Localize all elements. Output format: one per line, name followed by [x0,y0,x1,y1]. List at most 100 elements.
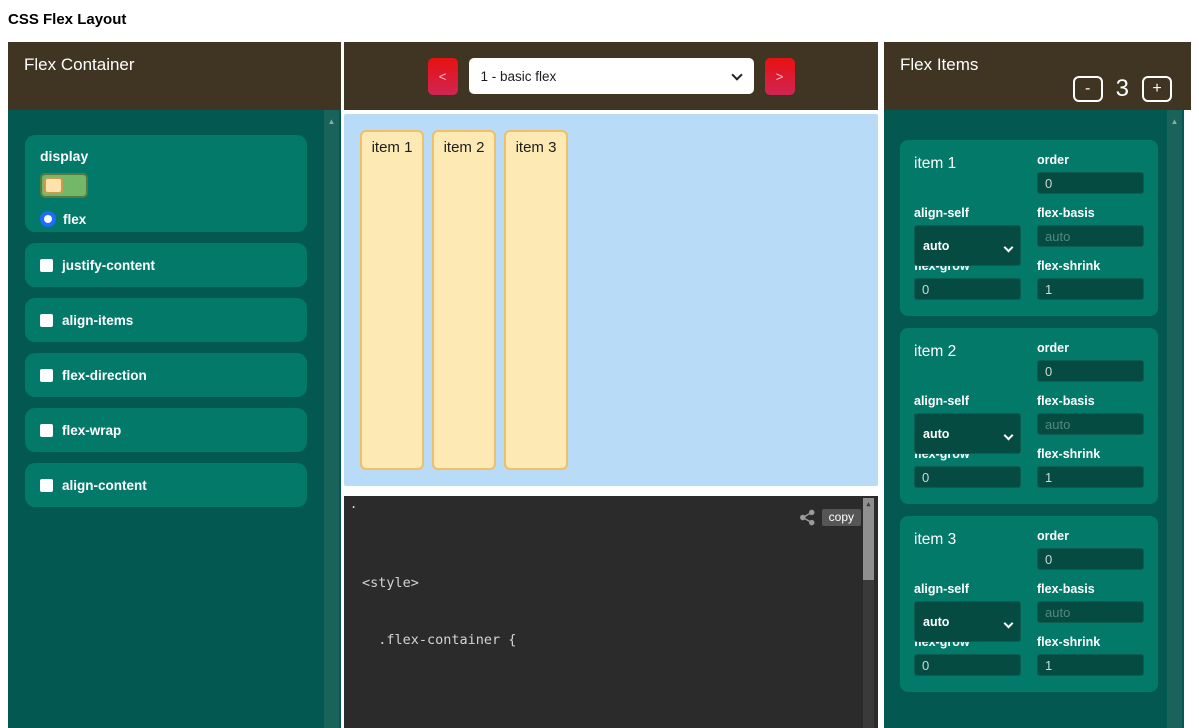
code-panel: . <style> .flex-container { display: fle… [344,496,878,728]
code-dot: . [350,497,357,511]
flex-grow-input[interactable] [914,466,1021,488]
flex-container-panel-title: Flex Container [24,55,135,74]
flex-shrink-input[interactable] [1037,466,1144,488]
flex-shrink-field: flex-shrink [1037,635,1144,676]
code-scrollbar-thumb[interactable]: ▲ [863,498,874,580]
scroll-up-icon[interactable]: ▲ [863,498,874,511]
flex-radio-label: flex [63,212,86,227]
flex-wrap-card: flex-wrap [25,408,307,452]
order-label: order [1037,529,1144,543]
code-line: <style> [362,574,878,593]
flex-shrink-field: flex-shrink [1037,447,1144,488]
display-control-card: display flex [25,135,307,232]
justify-content-label: justify-content [62,258,155,273]
item-2-card: item 2 order align-self auto flex-basis [900,328,1158,504]
copy-button[interactable]: copy [822,509,861,526]
item-2-title: item 2 [914,341,1021,382]
order-field: order [1037,341,1144,382]
align-self-select[interactable]: auto [914,413,1021,454]
flex-container-panel-header: Flex Container [8,42,341,110]
align-self-label: align-self [914,582,1021,596]
flex-wrap-label: flex-wrap [62,423,121,438]
flex-shrink-input[interactable] [1037,278,1144,300]
align-self-label: align-self [914,394,1021,408]
flex-container-panel-body: display flex justify-content align-items [8,110,341,728]
preview-item-1: item 1 [360,130,424,470]
flex-items-panel-header: Flex Items - 3 + [884,42,1191,110]
code-block: <style> .flex-container { display: flex; [344,496,878,728]
display-label: display [40,148,292,164]
next-example-button[interactable]: > [765,58,795,95]
flex-basis-input[interactable] [1037,413,1144,435]
title-bar: CSS Flex Layout [0,0,1199,42]
scroll-up-icon[interactable]: ▲ [324,118,339,126]
example-select-wrap: 1 - basic flex [469,58,754,94]
order-input[interactable] [1037,360,1144,382]
item-3-card: item 3 order align-self auto flex-basis [900,516,1158,692]
flex-direction-checkbox[interactable] [40,369,53,382]
flex-basis-label: flex-basis [1037,582,1144,596]
display-toggle[interactable] [40,173,88,198]
align-self-field: align-self auto [914,394,1021,435]
align-items-card: align-items [25,298,307,342]
toggle-knob [44,177,63,194]
flex-container-panel: Flex Container display flex justify-cont… [8,42,341,728]
preview-item-3: item 3 [504,130,568,470]
align-content-label: align-content [62,478,147,493]
left-panel-scrollbar[interactable]: ▲ [324,110,339,728]
flex-grow-input[interactable] [914,654,1021,676]
order-label: order [1037,341,1144,355]
order-field: order [1037,529,1144,570]
page-title: CSS Flex Layout [8,11,1191,28]
order-label: order [1037,153,1144,167]
flex-direction-label: flex-direction [62,368,147,383]
share-icon[interactable] [799,509,816,526]
align-self-label: align-self [914,206,1021,220]
align-items-label: align-items [62,313,133,328]
flex-shrink-input[interactable] [1037,654,1144,676]
flex-basis-field: flex-basis [1037,206,1144,247]
flex-grow-input[interactable] [914,278,1021,300]
flex-direction-card: flex-direction [25,353,307,397]
order-input[interactable] [1037,548,1144,570]
item-1-title: item 1 [914,153,1021,194]
flex-radio[interactable] [40,211,56,227]
align-self-field: align-self auto [914,582,1021,623]
preview-column: < 1 - basic flex > item 1 item 2 item 3 … [344,42,878,728]
flex-basis-input[interactable] [1037,225,1144,247]
flex-wrap-checkbox[interactable] [40,424,53,437]
display-radio-row: flex [40,211,292,227]
flex-shrink-label: flex-shrink [1037,635,1144,649]
order-field: order [1037,153,1144,194]
justify-content-card: justify-content [25,243,307,287]
item-3-title: item 3 [914,529,1021,570]
align-content-checkbox[interactable] [40,479,53,492]
increase-items-button[interactable]: + [1142,76,1172,102]
flex-basis-label: flex-basis [1037,206,1144,220]
decrease-items-button[interactable]: - [1073,76,1103,102]
code-scrollbar[interactable]: ▲ [863,498,874,728]
flex-items-panel-body: item 1 order align-self auto flex-basis [884,110,1184,728]
code-line [362,688,878,707]
flex-basis-input[interactable] [1037,601,1144,623]
flex-preview-stage: item 1 item 2 item 3 [344,114,878,486]
order-input[interactable] [1037,172,1144,194]
justify-content-checkbox[interactable] [40,259,53,272]
flex-shrink-label: flex-shrink [1037,259,1144,273]
item-1-card: item 1 order align-self auto flex-basis [900,140,1158,316]
item-count-control: - 3 + [1073,75,1172,103]
align-self-select[interactable]: auto [914,225,1021,266]
align-self-select[interactable]: auto [914,601,1021,642]
item-count-value: 3 [1116,75,1129,103]
scroll-up-icon[interactable]: ▲ [1167,118,1182,126]
main-layout: Flex Container display flex justify-cont… [0,42,1199,728]
align-self-field: align-self auto [914,206,1021,247]
align-items-checkbox[interactable] [40,314,53,327]
align-content-card: align-content [25,463,307,507]
right-panel-scrollbar[interactable]: ▲ [1167,110,1182,728]
preview-item-2: item 2 [432,130,496,470]
flex-basis-label: flex-basis [1037,394,1144,408]
example-select[interactable]: 1 - basic flex [469,58,754,94]
prev-example-button[interactable]: < [428,58,458,95]
flex-shrink-field: flex-shrink [1037,259,1144,300]
